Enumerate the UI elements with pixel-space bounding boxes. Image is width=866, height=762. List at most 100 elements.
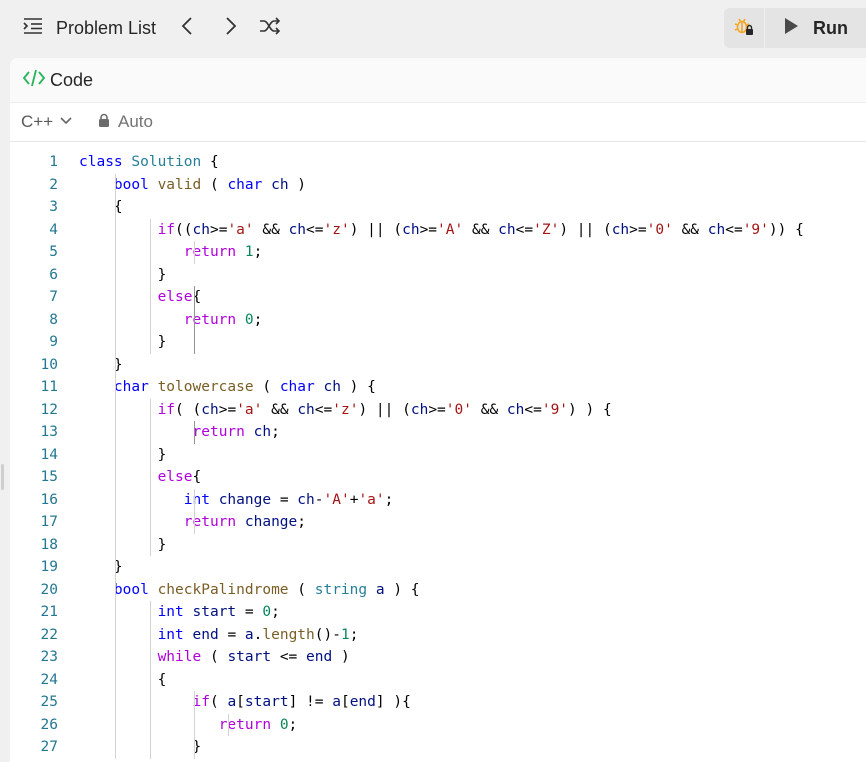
line-number: 25 [40, 694, 58, 710]
code-line[interactable]: 5 return 1; [10, 241, 866, 264]
code-text: { [79, 199, 123, 215]
code-line[interactable]: 19 } [10, 556, 866, 579]
code-tab[interactable]: Code [22, 67, 93, 94]
shuffle-icon [258, 16, 282, 41]
code-line[interactable]: 17 return change; [10, 511, 866, 534]
indent-guide [149, 601, 151, 759]
code-line[interactable]: 1 class Solution { [10, 151, 866, 174]
line-number: 26 [40, 716, 58, 733]
code-text: char tolowercase ( char ch ) { [113, 379, 376, 395]
code-panel-header: Code [10, 58, 866, 103]
line-number: 8 [49, 311, 58, 328]
code-line[interactable]: 6 } [10, 264, 866, 287]
code-line[interactable]: 22 int end = a.length()-1; [10, 624, 866, 647]
run-button-group: Run [724, 8, 866, 48]
code-line[interactable]: 13 return ch; [10, 421, 866, 444]
previous-problem-button[interactable] [172, 12, 204, 44]
code-text: return 0; [183, 311, 263, 328]
panel-resize-handle[interactable] [1, 464, 4, 490]
code-line[interactable]: 8 return 0; [10, 309, 866, 332]
code-line[interactable]: 15 else{ [10, 466, 866, 489]
code-text: else{ [157, 289, 202, 305]
code-text: if( a[start] != a[end] ){ [192, 694, 411, 710]
code-text: int end = a.length()-1; [157, 626, 359, 643]
line-number: 7 [49, 289, 58, 305]
code-line[interactable]: 4 if((ch>='a' && ch<='z') || (ch>='A' &&… [10, 219, 866, 242]
code-text: int start = 0; [157, 604, 280, 620]
code-line[interactable]: 3 { [10, 196, 866, 219]
indent-guide [149, 218, 151, 354]
line-number: 2 [49, 176, 58, 193]
code-text: if( (ch>='a' && ch<='z') || (ch>='0' && … [157, 401, 612, 418]
line-number: 27 [40, 739, 58, 755]
problem-list-label: Problem List [56, 17, 157, 38]
indent-guide [149, 398, 151, 556]
line-number: 11 [40, 379, 58, 395]
code-editor[interactable]: 1 class Solution { 2 bool valid ( char ch … [10, 142, 866, 762]
language-label: C++ [21, 112, 54, 131]
run-button[interactable]: Run [765, 8, 866, 48]
run-label: Run [813, 17, 848, 38]
line-number: 21 [40, 604, 58, 620]
code-line[interactable]: 26 return 0; [10, 714, 866, 737]
code-text: class Solution { [79, 154, 219, 170]
code-line[interactable]: 10 } [10, 354, 866, 377]
code-line[interactable]: 25 if( a[start] != a[end] ){ [10, 691, 866, 714]
code-panel: Code C++ Auto 1 class Solution { 2 bool va… [10, 58, 866, 762]
code-line[interactable]: 11 char tolowercase ( char ch ) { [10, 376, 866, 399]
code-line[interactable]: 18 } [10, 534, 866, 557]
line-number: 14 [40, 446, 58, 463]
line-number: 10 [40, 356, 58, 373]
code-line[interactable]: 14 } [10, 444, 866, 467]
top-bar: Problem List Run [0, 0, 866, 56]
next-problem-button[interactable] [214, 12, 246, 44]
random-problem-button[interactable] [254, 12, 286, 44]
auto-mode-indicator: Auto [98, 112, 153, 132]
line-number: 19 [40, 559, 58, 575]
indent-guide [193, 691, 195, 759]
line-number: 4 [49, 221, 58, 238]
code-text: } [79, 356, 123, 373]
code-line[interactable]: 7 else{ [10, 286, 866, 309]
chevron-left-icon [179, 16, 197, 41]
code-text: return change; [183, 514, 307, 530]
indent-guide [228, 713, 230, 736]
code-icon [22, 67, 46, 94]
line-number: 5 [49, 244, 58, 260]
debug-locked-icon [733, 15, 755, 42]
line-number: 20 [40, 581, 58, 598]
chevron-down-icon [59, 113, 73, 131]
code-line[interactable]: 2 bool valid ( char ch ) [10, 174, 866, 197]
line-number: 17 [40, 514, 58, 530]
code-line[interactable]: 9 } [10, 331, 866, 354]
debug-button[interactable] [724, 8, 765, 48]
code-text: return 1; [183, 244, 263, 260]
code-text: { [79, 671, 167, 688]
line-number: 3 [49, 199, 58, 215]
code-line[interactable]: 12 if( (ch>='a' && ch<='z') || (ch>='0' … [10, 399, 866, 422]
code-text: int change = ch-'A'+'a'; [183, 491, 394, 508]
code-line[interactable]: 27 } [10, 736, 866, 759]
auto-mode-label: Auto [118, 112, 153, 131]
line-number: 24 [40, 671, 58, 688]
code-line[interactable]: 24 { [10, 669, 866, 692]
indent-guide [115, 173, 116, 759]
problem-list-button[interactable]: Problem List [22, 10, 156, 46]
language-select[interactable]: C++ [21, 112, 73, 132]
indent-guide [193, 286, 195, 354]
indent-guide [193, 488, 195, 534]
code-line[interactable]: 21 int start = 0; [10, 601, 866, 624]
editor-toolbar: C++ Auto [10, 103, 866, 142]
line-number: 13 [40, 424, 58, 440]
lock-icon [98, 113, 110, 132]
code-line[interactable]: 20 bool checkPalindrome ( string a ) { [10, 579, 866, 602]
line-number: 12 [40, 401, 58, 418]
line-number: 1 [49, 154, 58, 170]
code-line[interactable]: 16 int change = ch-'A'+'a'; [10, 489, 866, 512]
code-text: } [79, 739, 202, 755]
code-text: return ch; [192, 424, 280, 440]
line-number: 15 [40, 469, 58, 485]
code-text: } [79, 266, 167, 283]
code-line[interactable]: 23 while ( start <= end ) [10, 646, 866, 669]
indent-guide [193, 421, 195, 444]
